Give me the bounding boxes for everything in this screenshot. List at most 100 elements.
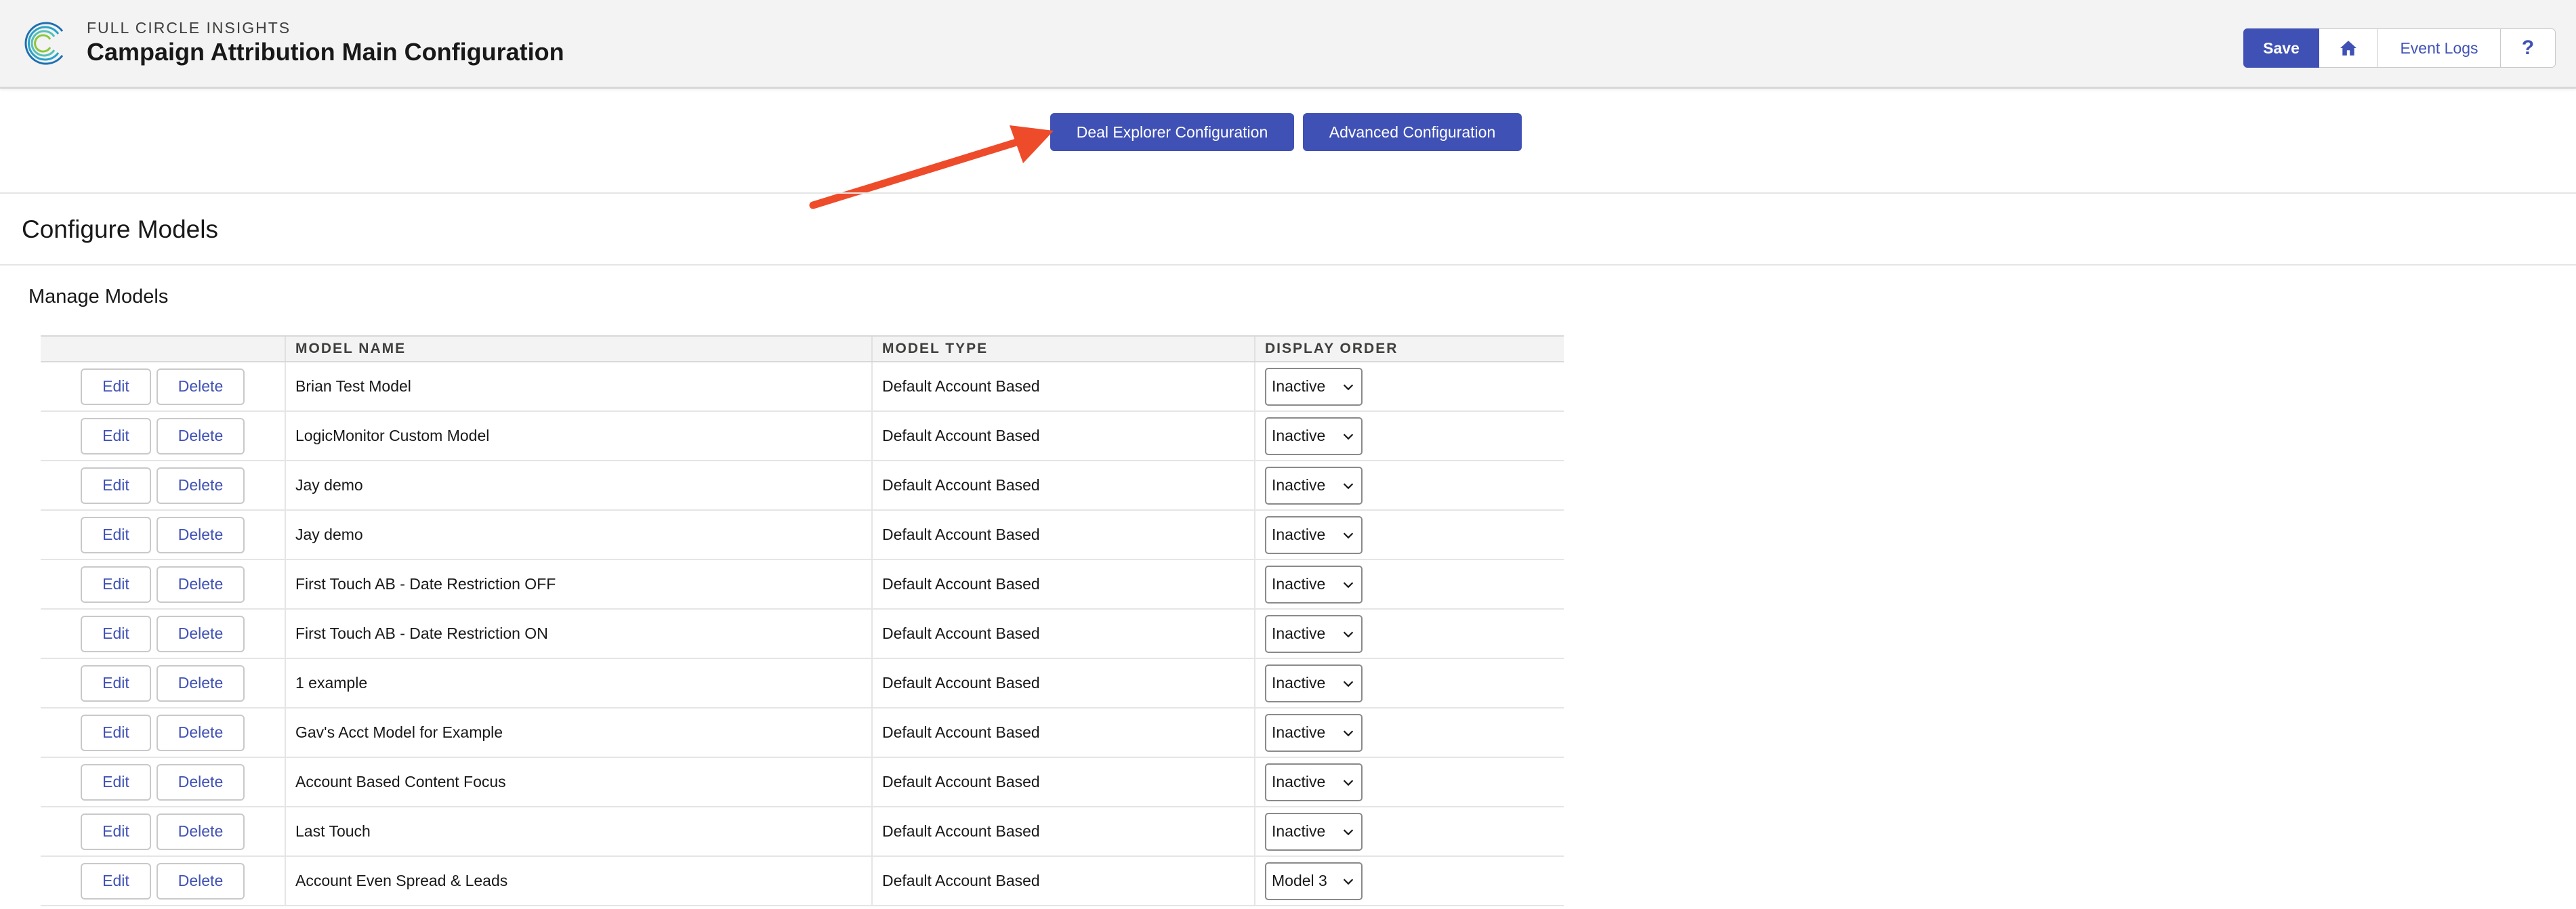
model-name-cell: First Touch AB - Date Restriction ON: [285, 609, 872, 659]
model-name-cell: Jay demo: [285, 461, 872, 511]
row-actions-cell: Edit Delete: [41, 559, 285, 610]
table-header-row: MODEL NAME MODEL TYPE DISPLAY ORDER: [41, 335, 1564, 362]
model-name-cell: First Touch AB - Date Restriction OFF: [285, 559, 872, 610]
delete-button[interactable]: Delete: [157, 813, 245, 850]
chevron-down-icon: [1343, 680, 1354, 687]
edit-button[interactable]: Edit: [81, 417, 151, 454]
edit-button[interactable]: Edit: [81, 467, 151, 504]
model-name-cell: Account Based Content Focus: [285, 757, 872, 807]
chevron-down-icon: [1343, 779, 1354, 786]
row-actions: Edit Delete: [41, 664, 285, 702]
row-actions-cell: Edit Delete: [41, 510, 285, 560]
actions-column-header: [41, 335, 285, 362]
chevron-down-icon: [1343, 828, 1354, 835]
display-order-value: Inactive: [1272, 625, 1326, 642]
delete-button[interactable]: Delete: [157, 862, 245, 900]
delete-button[interactable]: Delete: [157, 615, 245, 652]
display-order-value: Inactive: [1272, 377, 1326, 395]
model-name-cell: LogicMonitor Custom Model: [285, 411, 872, 461]
chevron-down-icon: [1343, 383, 1354, 390]
row-actions: Edit Delete: [41, 566, 285, 603]
home-icon: [2340, 41, 2356, 56]
model-name-cell: 1 example: [285, 658, 872, 709]
display-order-select[interactable]: Inactive: [1265, 614, 1363, 653]
help-button[interactable]: ?: [2501, 28, 2556, 68]
model-name-cell: Brian Test Model: [285, 362, 872, 412]
edit-button[interactable]: Edit: [81, 862, 151, 900]
row-actions-cell: Edit Delete: [41, 658, 285, 709]
row-actions-cell: Edit Delete: [41, 411, 285, 461]
delete-button[interactable]: Delete: [157, 664, 245, 702]
delete-button[interactable]: Delete: [157, 467, 245, 504]
edit-button[interactable]: Edit: [81, 763, 151, 801]
home-button[interactable]: [2319, 28, 2378, 68]
display-order-select[interactable]: Inactive: [1265, 664, 1363, 702]
model-type-cell: Default Account Based: [871, 461, 1255, 511]
display-order-select[interactable]: Model 3: [1265, 862, 1363, 900]
advanced-configuration-button[interactable]: Advanced Configuration: [1303, 113, 1522, 151]
display-order-cell: Inactive: [1254, 708, 1564, 758]
row-actions-cell: Edit Delete: [41, 461, 285, 511]
display-order-column-header[interactable]: DISPLAY ORDER: [1254, 335, 1564, 362]
edit-button[interactable]: Edit: [81, 516, 151, 553]
edit-button[interactable]: Edit: [81, 615, 151, 652]
model-type-cell: Default Account Based: [871, 708, 1255, 758]
row-actions: Edit Delete: [41, 516, 285, 553]
display-order-cell: Inactive: [1254, 609, 1564, 659]
chevron-down-icon: [1343, 631, 1354, 637]
delete-button[interactable]: Delete: [157, 566, 245, 603]
page-title: Campaign Attribution Main Configuration: [87, 38, 564, 66]
row-actions-cell: Edit Delete: [41, 362, 285, 412]
edit-button[interactable]: Edit: [81, 813, 151, 850]
display-order-select[interactable]: Inactive: [1265, 466, 1363, 505]
display-order-cell: Inactive: [1254, 658, 1564, 709]
display-order-select[interactable]: Inactive: [1265, 367, 1363, 406]
model-type-cell: Default Account Based: [871, 559, 1255, 610]
row-actions-cell: Edit Delete: [41, 609, 285, 659]
display-order-select[interactable]: Inactive: [1265, 713, 1363, 752]
chevron-down-icon: [1343, 878, 1354, 885]
chevron-down-icon: [1343, 433, 1354, 440]
display-order-cell: Inactive: [1254, 807, 1564, 857]
annotation-arrow-icon: [809, 125, 1054, 209]
display-order-cell: Inactive: [1254, 510, 1564, 560]
table-row: Edit Delete Brian Test Model Default Acc…: [41, 362, 1564, 412]
display-order-select[interactable]: Inactive: [1265, 417, 1363, 455]
row-actions: Edit Delete: [41, 714, 285, 751]
models-table: MODEL NAME MODEL TYPE DISPLAY ORDER Edit…: [41, 335, 1564, 906]
delete-button[interactable]: Delete: [157, 763, 245, 801]
display-order-value: Inactive: [1272, 674, 1326, 692]
model-type-cell: Default Account Based: [871, 510, 1255, 560]
delete-button[interactable]: Delete: [157, 516, 245, 553]
event-logs-button[interactable]: Event Logs: [2378, 28, 2501, 68]
chevron-down-icon: [1343, 581, 1354, 588]
edit-button[interactable]: Edit: [81, 714, 151, 751]
section-title: Configure Models: [22, 215, 218, 243]
edit-button[interactable]: Edit: [81, 368, 151, 405]
model-type-cell: Default Account Based: [871, 757, 1255, 807]
save-button[interactable]: Save: [2243, 28, 2319, 68]
edit-button[interactable]: Edit: [81, 664, 151, 702]
table-row: Edit Delete Gav's Acct Model for Example…: [41, 708, 1564, 758]
divider: [0, 192, 2576, 194]
display-order-select[interactable]: Inactive: [1265, 763, 1363, 801]
edit-button[interactable]: Edit: [81, 566, 151, 603]
model-type-cell: Default Account Based: [871, 362, 1255, 412]
display-order-select[interactable]: Inactive: [1265, 812, 1363, 851]
row-actions: Edit Delete: [41, 615, 285, 652]
deal-explorer-configuration-button[interactable]: Deal Explorer Configuration: [1050, 113, 1294, 151]
display-order-cell: Inactive: [1254, 362, 1564, 412]
display-order-select[interactable]: Inactive: [1265, 515, 1363, 554]
display-order-value: Inactive: [1272, 723, 1326, 741]
model-type-cell: Default Account Based: [871, 658, 1255, 709]
model-type-cell: Default Account Based: [871, 856, 1255, 906]
model-name-column-header[interactable]: MODEL NAME: [285, 335, 872, 362]
display-order-select[interactable]: Inactive: [1265, 565, 1363, 604]
display-order-cell: Model 3: [1254, 856, 1564, 906]
sub-section-title: Manage Models: [28, 286, 169, 308]
model-type-column-header[interactable]: MODEL TYPE: [871, 335, 1255, 362]
delete-button[interactable]: Delete: [157, 714, 245, 751]
delete-button[interactable]: Delete: [157, 417, 245, 454]
delete-button[interactable]: Delete: [157, 368, 245, 405]
brand-name: FULL CIRCLE INSIGHTS: [87, 19, 291, 37]
